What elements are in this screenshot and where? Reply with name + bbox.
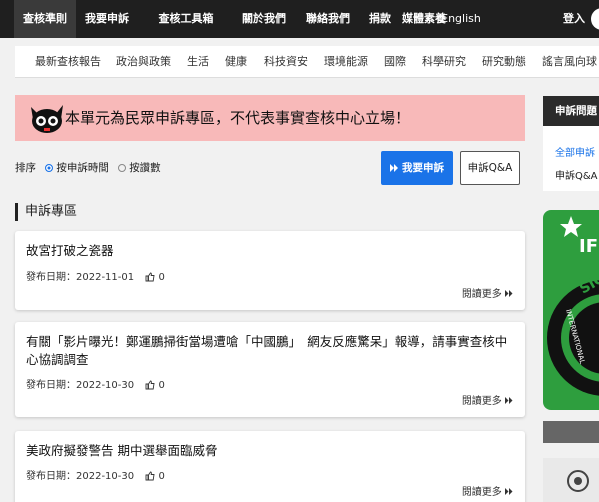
category-science[interactable]: 科學研究 bbox=[422, 46, 466, 78]
like-count: 0 bbox=[158, 380, 165, 391]
disclaimer-banner: 本單元為民眾申訴專區，不代表事實查核中心立場！ bbox=[15, 95, 525, 141]
read-more-label: 閱讀更多 bbox=[461, 487, 502, 498]
submit-complaint-label: 我要申訴 bbox=[402, 162, 444, 174]
sidebar-links: 全部申訴 申訴Q&A bbox=[543, 126, 599, 191]
thumbs-up-icon[interactable] bbox=[145, 272, 155, 282]
category-environment[interactable]: 環境能源 bbox=[324, 46, 368, 78]
date-label: 發布日期： bbox=[26, 380, 76, 391]
date-label: 發布日期： bbox=[26, 272, 76, 283]
category-politics[interactable]: 政治與政策 bbox=[116, 46, 171, 78]
category-research[interactable]: 研究動態 bbox=[482, 46, 526, 78]
read-more-link[interactable]: 閱讀更多 bbox=[462, 392, 513, 407]
category-health[interactable]: 健康 bbox=[225, 46, 247, 78]
double-chevron-right-icon bbox=[505, 290, 513, 297]
top-navbar: 查核準則 我要申訴 查核工具箱 關於我們 聯絡我們 捐款 媒體素養 Englis… bbox=[0, 0, 599, 38]
sort-radio-time[interactable] bbox=[45, 163, 54, 172]
complaint-title[interactable]: 有關「影片曝光！鄭運鵬掃街當場遭嗆「中國鵬」 網友反應驚呆」報導，請事實查核中心… bbox=[26, 333, 516, 369]
like-count: 0 bbox=[158, 272, 165, 283]
complaint-date: 2022-11-01 bbox=[76, 272, 135, 283]
nav-donate[interactable]: 捐款 bbox=[360, 0, 400, 38]
read-more-link[interactable]: 閱讀更多 bbox=[462, 285, 513, 300]
complaint-date: 2022-10-30 bbox=[76, 471, 135, 482]
thumbs-up-icon[interactable] bbox=[145, 471, 155, 481]
complaint-card[interactable]: 美政府擬發警告 期中選舉面臨威脅 發布日期：2022-10-30 0 閱讀更多 bbox=[15, 431, 525, 502]
ifcn-letters: IF bbox=[579, 236, 598, 257]
login-link[interactable]: 登入 bbox=[563, 0, 585, 38]
thumbs-up-icon[interactable] bbox=[145, 380, 155, 390]
sidebar-complaint-qa[interactable]: 申訴Q&A bbox=[555, 167, 598, 182]
category-life[interactable]: 生活 bbox=[187, 46, 209, 78]
sort-options: 排序 按申訴時間 按讚數 bbox=[15, 160, 161, 178]
double-arrow-icon bbox=[390, 164, 398, 172]
category-tech-security[interactable]: 科技資安 bbox=[264, 46, 308, 78]
sidebar-bottom-card[interactable] bbox=[543, 458, 599, 502]
submit-complaint-button[interactable]: 我要申訴 bbox=[381, 151, 453, 185]
nav-verification-principles[interactable]: 查核準則 bbox=[14, 0, 76, 38]
sidebar-all-complaints[interactable]: 全部申訴 bbox=[555, 144, 595, 159]
like-count: 0 bbox=[158, 471, 165, 482]
nav-contact-us[interactable]: 聯絡我們 bbox=[296, 0, 360, 38]
category-rumor-radar[interactable]: 謠言風向球 bbox=[542, 46, 597, 78]
double-chevron-right-icon bbox=[505, 488, 513, 495]
nav-about-us[interactable]: 關於我們 bbox=[232, 0, 296, 38]
complaint-meta: 發布日期：2022-10-30 0 bbox=[26, 376, 165, 391]
sort-option-time-label[interactable]: 按申訴時間 bbox=[56, 162, 109, 174]
ifcn-signatory-badge[interactable]: IF SIG INTERNATIONAL bbox=[543, 210, 599, 410]
section-title: 申訴專區 bbox=[15, 203, 77, 221]
read-more-link[interactable]: 閱讀更多 bbox=[462, 483, 513, 498]
complaint-title[interactable]: 美政府擬發警告 期中選舉面臨威脅 bbox=[26, 442, 516, 460]
ifcn-logo-icon: IF SIG INTERNATIONAL bbox=[547, 216, 599, 396]
partner-logo-icon bbox=[567, 470, 589, 492]
complaint-qa-button[interactable]: 申訴Q&A bbox=[460, 151, 520, 185]
cat-mascot-icon bbox=[31, 105, 63, 133]
category-international[interactable]: 國際 bbox=[384, 46, 406, 78]
complaint-meta: 發布日期：2022-10-30 0 bbox=[26, 467, 165, 482]
sidebar-gray-bar[interactable] bbox=[543, 421, 599, 443]
nav-toolbox[interactable]: 查核工具箱 bbox=[140, 0, 232, 38]
sidebar-title: 申訴問題 bbox=[543, 96, 599, 126]
nav-english[interactable]: English bbox=[440, 0, 482, 38]
sort-option-likes-label[interactable]: 按讚數 bbox=[129, 162, 161, 174]
complaint-card[interactable]: 有關「影片曝光！鄭運鵬掃街當場遭嗆「中國鵬」 網友反應驚呆」報導，請事實查核中心… bbox=[15, 322, 525, 417]
disclaimer-text: 本單元為民眾申訴專區，不代表事實查核中心立場！ bbox=[65, 109, 411, 127]
sort-radio-likes[interactable] bbox=[118, 163, 127, 172]
read-more-label: 閱讀更多 bbox=[461, 289, 502, 300]
read-more-label: 閱讀更多 bbox=[461, 396, 502, 407]
double-chevron-right-icon bbox=[505, 397, 513, 404]
category-navbar: 最新查核報告 政治與政策 生活 健康 科技資安 環境能源 國際 科學研究 研究動… bbox=[15, 46, 599, 78]
category-latest-reports[interactable]: 最新查核報告 bbox=[35, 46, 101, 78]
avatar[interactable] bbox=[591, 8, 599, 30]
complaint-title[interactable]: 故宮打破之瓷器 bbox=[26, 242, 516, 260]
complaint-card[interactable]: 故宮打破之瓷器 發布日期：2022-11-01 0 閱讀更多 bbox=[15, 231, 525, 310]
sort-label: 排序 bbox=[15, 162, 36, 174]
nav-media-literacy[interactable]: 媒體素養 bbox=[402, 0, 446, 38]
complaint-date: 2022-10-30 bbox=[76, 380, 135, 391]
complaint-meta: 發布日期：2022-11-01 0 bbox=[26, 268, 165, 283]
nav-submit-complaint[interactable]: 我要申訴 bbox=[78, 0, 136, 38]
date-label: 發布日期： bbox=[26, 471, 76, 482]
